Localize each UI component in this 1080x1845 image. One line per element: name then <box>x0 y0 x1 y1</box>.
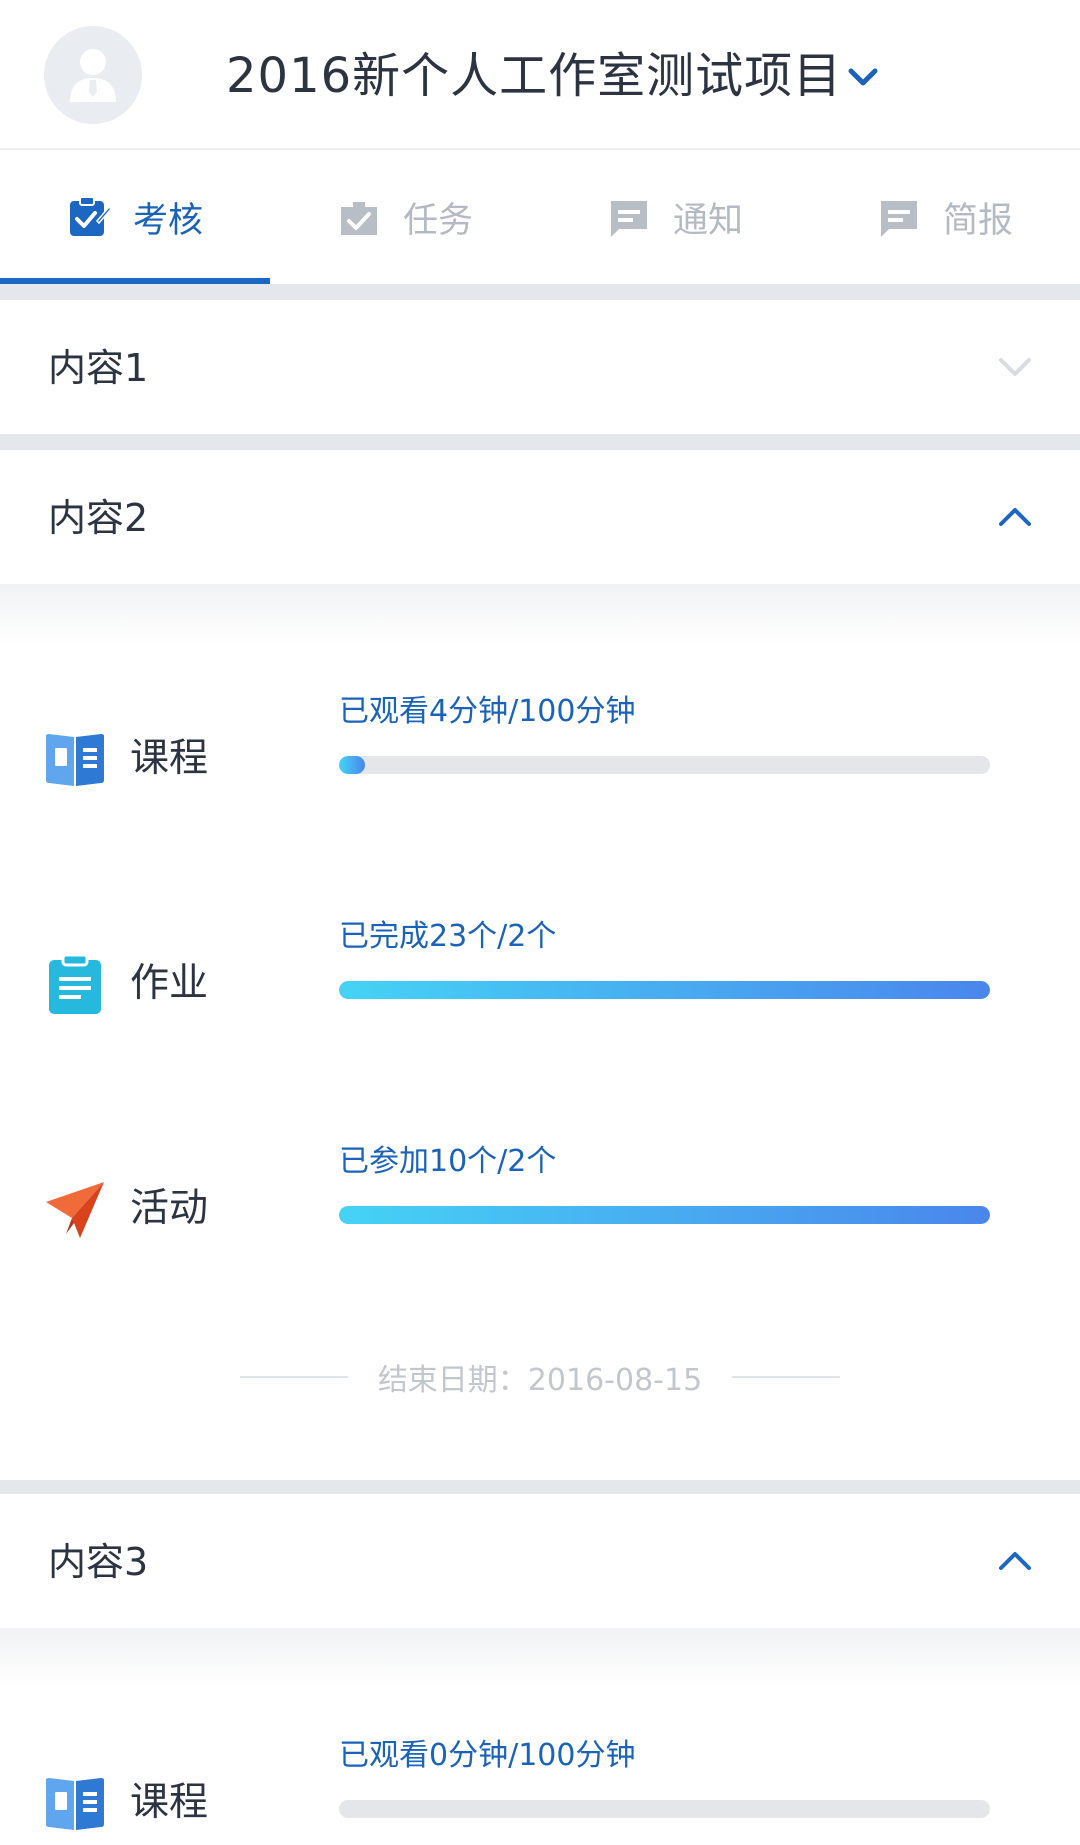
message-icon <box>610 201 647 237</box>
tab-tasks[interactable]: 任务 <box>270 150 540 284</box>
section-body-content-2: 课程 已观看4分钟/100分钟 作业 已完成23个/2个 活动 已参加10个/2… <box>0 584 1080 1480</box>
progress-text: 已参加10个/2个 <box>339 1144 557 1179</box>
clipboard-icon <box>49 953 101 1014</box>
chevron-up-icon[interactable] <box>995 1541 1035 1581</box>
tab-label: 任务 <box>402 200 473 241</box>
task-check-icon <box>340 202 377 235</box>
end-date-text: 结束日期：2016-08-15 <box>377 1363 703 1398</box>
chevron-down-icon[interactable] <box>995 347 1035 387</box>
end-date-row: 结束日期：2016-08-15 <box>0 1357 1080 1398</box>
section-body-content-3: 课程 已观看0分钟/100分钟 <box>0 1628 1080 1845</box>
section-title: 内容1 <box>48 346 149 390</box>
list-item-course[interactable]: 课程 已观看4分钟/100分钟 <box>0 692 1080 812</box>
tab-label: 通知 <box>672 200 743 241</box>
book-icon <box>46 1778 104 1830</box>
progress-fill <box>339 1206 990 1224</box>
clipboard-check-icon <box>69 196 111 236</box>
paper-plane-icon <box>46 1182 104 1238</box>
section-header-content-2[interactable]: 内容2 <box>0 450 1080 584</box>
progress-text: 已完成23个/2个 <box>339 919 557 954</box>
project-title[interactable]: 2016新个人工作室测试项目 <box>226 44 842 108</box>
progress-text: 已观看4分钟/100分钟 <box>339 694 636 729</box>
section-header-content-1[interactable]: 内容1 <box>0 300 1080 434</box>
tab-reports[interactable]: 简报 <box>810 150 1080 284</box>
progress-text: 已观看0分钟/100分钟 <box>339 1738 636 1773</box>
report-icon <box>880 201 917 237</box>
section-header-content-3[interactable]: 内容3 <box>0 1494 1080 1628</box>
tab-bar: 考核 任务 通知 简报 <box>0 150 1080 284</box>
item-label: 活动 <box>130 1186 209 1231</box>
list-item-homework[interactable]: 作业 已完成23个/2个 <box>0 917 1080 1037</box>
progress-bar <box>339 981 990 999</box>
progress-bar <box>339 1206 990 1224</box>
list-item-activity[interactable]: 活动 已参加10个/2个 <box>0 1142 1080 1262</box>
section-divider <box>0 1480 1080 1494</box>
progress-fill <box>339 981 990 999</box>
divider <box>239 1376 348 1378</box>
list-item-course[interactable]: 课程 已观看0分钟/100分钟 <box>0 1736 1080 1845</box>
chevron-up-icon[interactable] <box>995 497 1035 537</box>
section-title: 内容2 <box>48 496 149 540</box>
progress-bar <box>339 756 990 774</box>
item-label: 课程 <box>130 1780 209 1825</box>
app-header: 2016新个人工作室测试项目 <box>0 0 1080 150</box>
tab-notifications[interactable]: 通知 <box>540 150 810 284</box>
chevron-down-icon[interactable] <box>843 58 883 98</box>
section-title: 内容3 <box>48 1540 149 1584</box>
item-label: 作业 <box>130 961 209 1006</box>
user-avatar-icon[interactable] <box>44 26 142 124</box>
tab-label: 考核 <box>132 200 203 241</box>
divider <box>732 1376 841 1378</box>
book-icon <box>46 734 104 786</box>
progress-bar <box>339 1800 990 1818</box>
tab-label: 简报 <box>942 200 1013 241</box>
section-divider <box>0 434 1080 450</box>
tab-assessment[interactable]: 考核 <box>0 150 270 284</box>
item-label: 课程 <box>130 736 209 781</box>
progress-fill <box>339 756 366 774</box>
section-divider <box>0 284 1080 300</box>
